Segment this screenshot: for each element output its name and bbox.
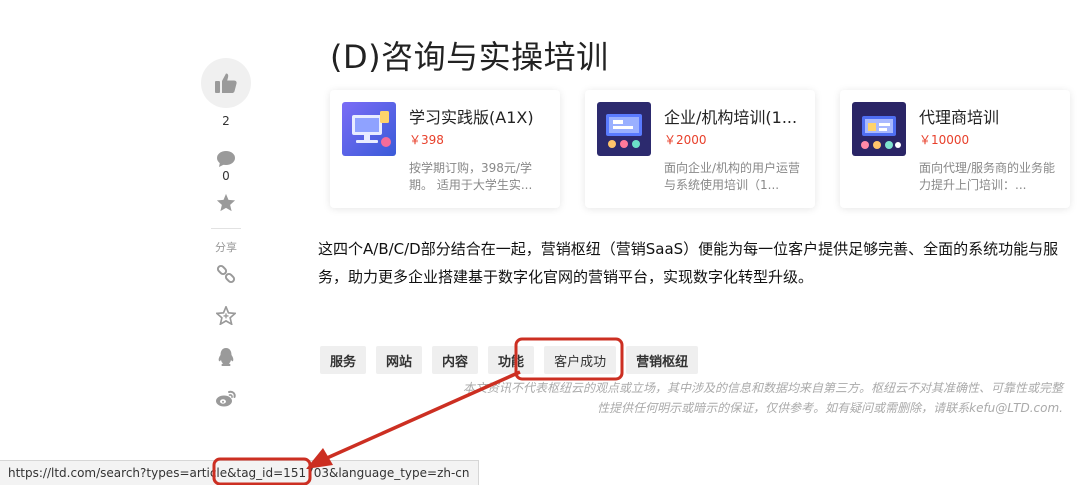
tag-content[interactable]: 内容 <box>432 346 479 374</box>
favorite-share-button[interactable] <box>216 306 236 325</box>
article-paragraph: 这四个A/B/C/D部分结合在一起，营销枢纽（营销SaaS）便能为每一位客户提供… <box>318 240 1059 286</box>
status-url-preview: https://ltd.com/search?types=article&tag… <box>0 460 479 485</box>
tag-customer-success[interactable]: 客户成功 <box>544 346 617 374</box>
product-price: ￥398 <box>409 133 444 147</box>
product-thumbnail <box>597 102 651 156</box>
share-label: 分享 <box>215 241 237 254</box>
tag-service[interactable]: 服务 <box>320 346 367 374</box>
favorite-star-icon <box>216 306 236 325</box>
link-icon <box>216 264 236 284</box>
share-sidebar: 2 0 分享 <box>200 58 252 407</box>
comment-button[interactable]: 0 <box>216 150 236 183</box>
tag-feature[interactable]: 功能 <box>488 346 535 374</box>
weibo-share-button[interactable] <box>215 389 237 407</box>
tag-list: 服务 网站 内容 功能 客户成功 营销枢纽 <box>320 346 699 374</box>
product-price: ￥10000 <box>919 133 970 147</box>
product-thumbnail <box>342 102 396 156</box>
product-card[interactable]: 企业/机构培训(1... ￥2000 面向企业/机构的用户运营与系统使用培训（1… <box>585 90 815 208</box>
product-name: 企业/机构培训(1... <box>664 108 798 127</box>
bookmark-button[interactable] <box>216 193 236 216</box>
product-thumbnail <box>852 102 906 156</box>
section-title: (D)咨询与实操培训 <box>330 38 609 76</box>
like-button[interactable] <box>201 58 251 108</box>
product-price: ￥2000 <box>664 133 707 147</box>
qq-icon <box>218 348 234 366</box>
thumbs-up-icon <box>215 73 237 93</box>
weibo-icon <box>216 390 236 407</box>
product-description: 面向企业/机构的用户运营与系统使用培训（1... <box>664 161 801 192</box>
comment-count: 0 <box>222 169 230 183</box>
sidebar-divider <box>211 228 241 229</box>
qq-share-button[interactable] <box>217 347 235 367</box>
product-card-list: 学习实践版(A1X) ￥398 按学期订购，398元/学期。 适用于大学生实..… <box>330 90 1070 208</box>
tag-website[interactable]: 网站 <box>376 346 423 374</box>
product-name: 学习实践版(A1X) <box>409 108 534 127</box>
product-description: 面向代理/服务商的业务能力提升上门培训：... <box>919 161 1056 192</box>
copy-link-button[interactable] <box>216 264 236 284</box>
product-name: 代理商培训 <box>919 108 1000 127</box>
comment-icon <box>217 151 235 167</box>
product-card[interactable]: 学习实践版(A1X) ￥398 按学期订购，398元/学期。 适用于大学生实..… <box>330 90 560 208</box>
like-count: 2 <box>222 114 230 128</box>
star-icon <box>216 193 236 212</box>
disclaimer-text: 本文资讯不代表枢纽云的观点或立场，其中涉及的信息和数据均来自第三方。枢纽云不对其… <box>462 381 1063 415</box>
product-card[interactable]: 代理商培训 ￥10000 面向代理/服务商的业务能力提升上门培训：... <box>840 90 1070 208</box>
product-description: 按学期订购，398元/学期。 适用于大学生实... <box>409 161 533 192</box>
tag-marketing-hub[interactable]: 营销枢纽 <box>626 346 699 374</box>
